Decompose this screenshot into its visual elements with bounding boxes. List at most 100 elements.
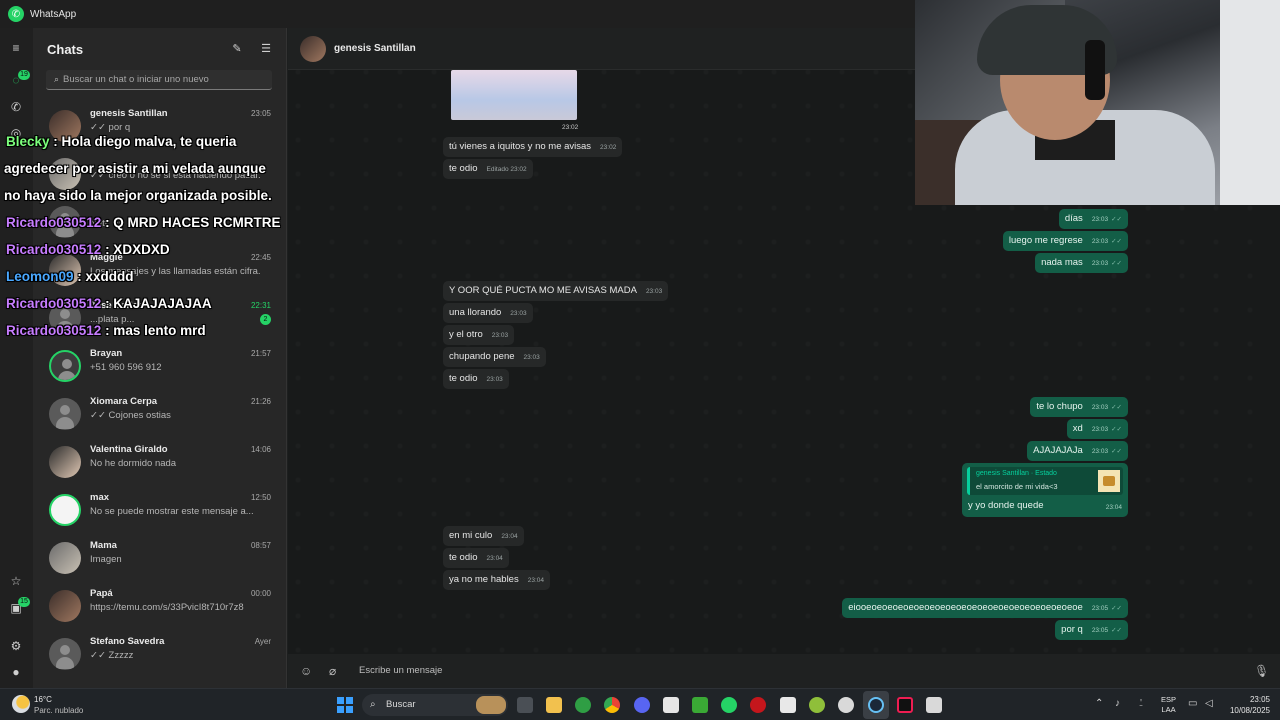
chat-name: Stefano Savedra — [90, 636, 165, 647]
chat-preview: ✓✓ Cojones ostias — [90, 410, 171, 421]
message-text: xd — [1072, 423, 1083, 434]
chat-item-valentina[interactable]: Valentina Giraldo 14:06 No he dormido na… — [33, 440, 286, 488]
message-time: 23:04 — [527, 577, 544, 584]
outgoing-message[interactable]: te lo chupo 23:03 ✓✓ — [1030, 397, 1128, 417]
xbox-icon[interactable] — [575, 697, 591, 713]
network-icon[interactable]: ▭ — [1188, 698, 1197, 709]
file-explorer-icon[interactable] — [546, 697, 562, 713]
chat-time: 23:05 — [250, 109, 271, 118]
incoming-message[interactable]: en mi culo 23:04 — [443, 526, 524, 546]
incoming-message[interactable]: te odio Editado 23:02 — [443, 159, 533, 179]
incoming-message[interactable]: te odio 23:03 — [443, 369, 509, 389]
chat-name: Brayan — [90, 348, 123, 359]
weather-icon[interactable] — [12, 695, 30, 713]
incoming-message[interactable]: ya no me hables 23:04 — [443, 570, 550, 590]
message-time: 23:03 — [486, 376, 503, 383]
incoming-message[interactable]: te odio 23:04 — [443, 548, 509, 568]
contact-avatar[interactable] — [300, 36, 326, 62]
message-text: nada mas — [1041, 257, 1083, 268]
language-indicator[interactable]: ESP LAA — [1161, 695, 1176, 715]
app-icon-gray[interactable] — [838, 697, 854, 713]
lang-line2: LAA — [1161, 705, 1176, 714]
chat-item-jose-carlos[interactable]: Jose Carlos 22:31 ...plata p... 2 — [33, 296, 286, 344]
task-view-icon[interactable] — [517, 697, 533, 713]
outgoing-message[interactable]: luego me regrese 23:03 ✓✓ — [1002, 231, 1128, 251]
avatar — [49, 590, 81, 622]
message-text: en mi culo — [449, 530, 493, 541]
message-time: 23:03 — [1091, 426, 1109, 433]
chat-item-maggie[interactable]: Maggie 22:45 Los mensajes y las llamadas… — [33, 248, 286, 296]
steam-icon[interactable] — [868, 697, 884, 713]
outgoing-message[interactable]: AJAJAJAJa 23:03 ✓✓ — [1027, 441, 1128, 461]
outgoing-message[interactable]: xd 23:03 ✓✓ — [1066, 419, 1128, 439]
message-time: Editado 23:02 — [486, 166, 527, 173]
search-highlight-icon[interactable] — [476, 696, 506, 714]
menu-icon[interactable]: ≡ — [8, 40, 24, 56]
tiktok-icon[interactable] — [897, 697, 913, 713]
incoming-message[interactable]: tú vienes a iquitos y no me avisas 23:02 — [443, 137, 623, 157]
chat-preview: No se puede mostrar este mensaje a... — [90, 506, 254, 517]
incoming-message[interactable]: y el otro 23:03 — [443, 325, 515, 345]
microphone-tray-icon[interactable]: ⍘ — [1138, 698, 1144, 709]
chat-name: genesis Santillan — [90, 108, 168, 119]
chat-item-mama[interactable]: Mama 08:57 Imagen — [33, 536, 286, 584]
attach-icon[interactable]: ⌀ — [329, 664, 336, 678]
status-icon[interactable]: ◎ — [8, 125, 24, 141]
windows-start-icon[interactable] — [337, 697, 353, 713]
chat-item-xiomara[interactable]: Xiomara Cerpa 21:26 ✓✓ Cojones ostias — [33, 392, 286, 440]
starred-icon[interactable]: ☆ — [8, 573, 24, 589]
search-input[interactable]: ⌕ Buscar un chat o iniciar uno nuevo — [46, 70, 272, 90]
chat-name: max — [90, 492, 110, 503]
quoted-status[interactable]: genesis Santillan · Estado el amorcito d… — [967, 467, 1123, 495]
emoji-icon[interactable]: ☺ — [300, 664, 312, 678]
filter-icon[interactable]: ☰ — [259, 42, 273, 56]
outgoing-message[interactable]: nada mas 23:03 ✓✓ — [1035, 253, 1128, 273]
avatar — [49, 494, 81, 526]
message-input[interactable]: Escribe un mensaje — [359, 665, 442, 676]
volume-icon[interactable]: ◁ — [1205, 698, 1213, 709]
opera-icon[interactable] — [750, 697, 766, 713]
whatsapp-taskbar-icon[interactable] — [721, 697, 737, 713]
chat-item-2[interactable]: ✓✓ creo o no se si esta haciendo pasar..… — [33, 152, 286, 200]
message-text: te odio — [449, 163, 478, 174]
chat-item-stefano[interactable]: Stefano Savedra Ayer ✓✓ Zzzzz — [33, 632, 286, 680]
outgoing-message[interactable]: días 23:03 ✓✓ — [1058, 209, 1128, 229]
calls-icon[interactable]: ✆ — [8, 99, 24, 115]
message-time: 23:04 — [501, 533, 518, 540]
chat-item-3[interactable]: Natt: En enero... — [33, 200, 286, 248]
new-chat-icon[interactable]: ✎ — [230, 42, 244, 56]
chrome-icon[interactable] — [604, 697, 620, 713]
image-message[interactable] — [451, 70, 577, 120]
message-text: AJAJAJAJa — [1033, 445, 1083, 456]
chat-list-panel: Chats ✎ ☰ ⌕ Buscar un chat o iniciar uno… — [33, 28, 287, 688]
speaker-icon[interactable]: ♪ — [1115, 698, 1120, 709]
chat-item-genesis[interactable]: genesis Santillan 23:05 ✓✓ por q — [33, 104, 286, 152]
store-icon[interactable] — [663, 697, 679, 713]
chat-item-brayan[interactable]: Brayan 21:57 +51 960 596 912 — [33, 344, 286, 392]
discord-icon[interactable] — [634, 697, 650, 713]
chat-item-papa[interactable]: Papá 00:00 https://temu.com/s/33PvicI8t7… — [33, 584, 286, 632]
reply-message[interactable]: genesis Santillan · Estado el amorcito d… — [962, 463, 1128, 517]
incoming-message[interactable]: una llorando 23:03 — [443, 303, 533, 323]
settings-icon[interactable]: ⚙ — [8, 638, 24, 654]
snipping-tool-icon[interactable] — [926, 697, 942, 713]
clock[interactable]: 23:05 10/08/2025 — [1230, 694, 1270, 716]
profile-icon[interactable]: ● — [8, 664, 24, 680]
minecraft-icon[interactable] — [692, 697, 708, 713]
read-receipt-icon: ✓✓ — [1111, 238, 1122, 245]
app-icon-green[interactable] — [809, 697, 825, 713]
avatar — [49, 446, 81, 478]
message-text: días — [1064, 213, 1083, 224]
outgoing-message[interactable]: por q 23:05 ✓✓ — [1055, 620, 1128, 640]
incoming-message[interactable]: Y OOR QUÉ PUCTA MO ME AVISAS MADA 23:03 — [443, 281, 669, 301]
clock-date: 10/08/2025 — [1229, 706, 1270, 715]
outgoing-message[interactable]: eiooeoeoeoeoeoeoeoeoeoeoeoeoeoeoeoeoeoeo… — [842, 598, 1128, 618]
chevron-up-icon[interactable]: ⌃ — [1095, 698, 1103, 709]
chat-item-max[interactable]: max 12:50 No se puede mostrar este mensa… — [33, 488, 286, 536]
contact-name[interactable]: genesis Santillan — [334, 43, 416, 54]
notepad-icon[interactable] — [780, 697, 796, 713]
incoming-message[interactable]: chupando pene 23:03 — [443, 347, 546, 367]
message-time: 23:02 — [600, 144, 617, 151]
microphone-icon[interactable]: 🎙 — [1254, 664, 1269, 678]
quote-text: el amorcito de mi vida<3 — [976, 482, 1058, 491]
